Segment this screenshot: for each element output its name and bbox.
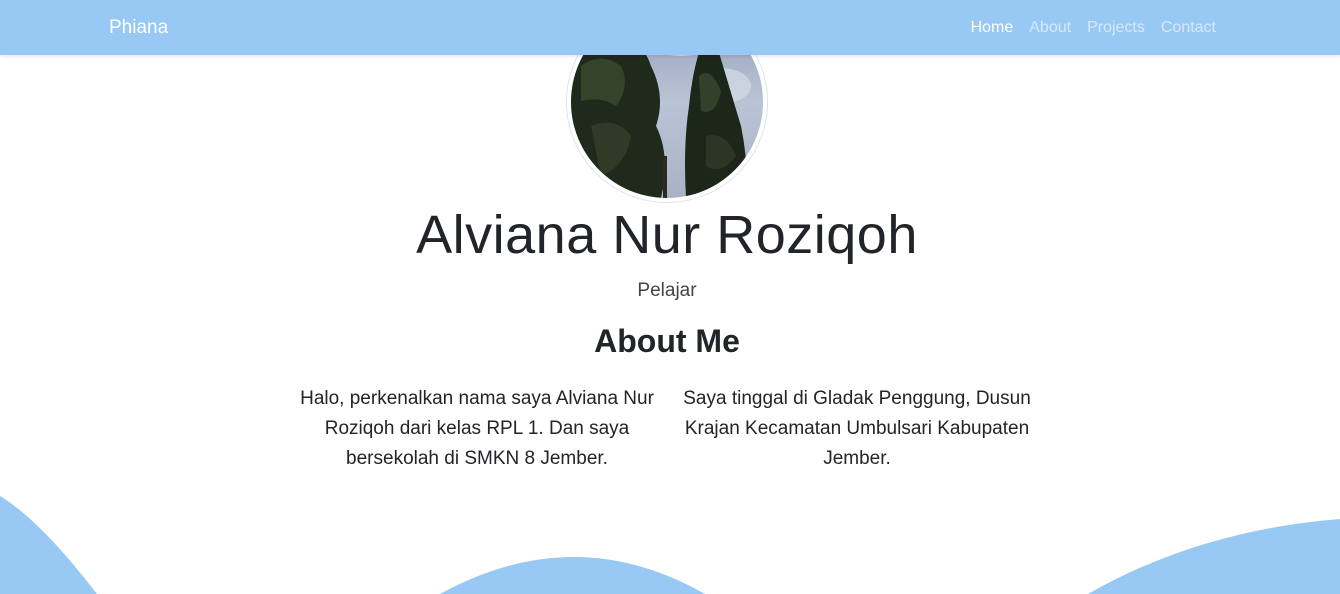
brand-link[interactable]: Phiana [109, 16, 168, 40]
nav-link-home[interactable]: Home [971, 17, 1014, 39]
nav-link-about[interactable]: About [1029, 17, 1071, 39]
about-heading: About Me [594, 323, 740, 359]
nav-link-contact[interactable]: Contact [1161, 17, 1216, 39]
wave-center [440, 557, 705, 594]
wave-left [0, 496, 97, 594]
profile-role: Pelajar [637, 280, 697, 301]
profile-name: Alviana Nur Roziqoh [416, 205, 918, 265]
navbar: Phiana Home About Projects Contact [0, 0, 1340, 55]
nav-links: Home About Projects Contact [971, 17, 1216, 39]
about-paragraph-right: Saya tinggal di Gladak Penggung, Dusun K… [683, 388, 1031, 469]
nav-link-projects[interactable]: Projects [1087, 17, 1145, 39]
wave-right [1088, 519, 1340, 594]
about-paragraph-left: Halo, perkenalkan nama saya Alviana Nur … [300, 388, 654, 469]
